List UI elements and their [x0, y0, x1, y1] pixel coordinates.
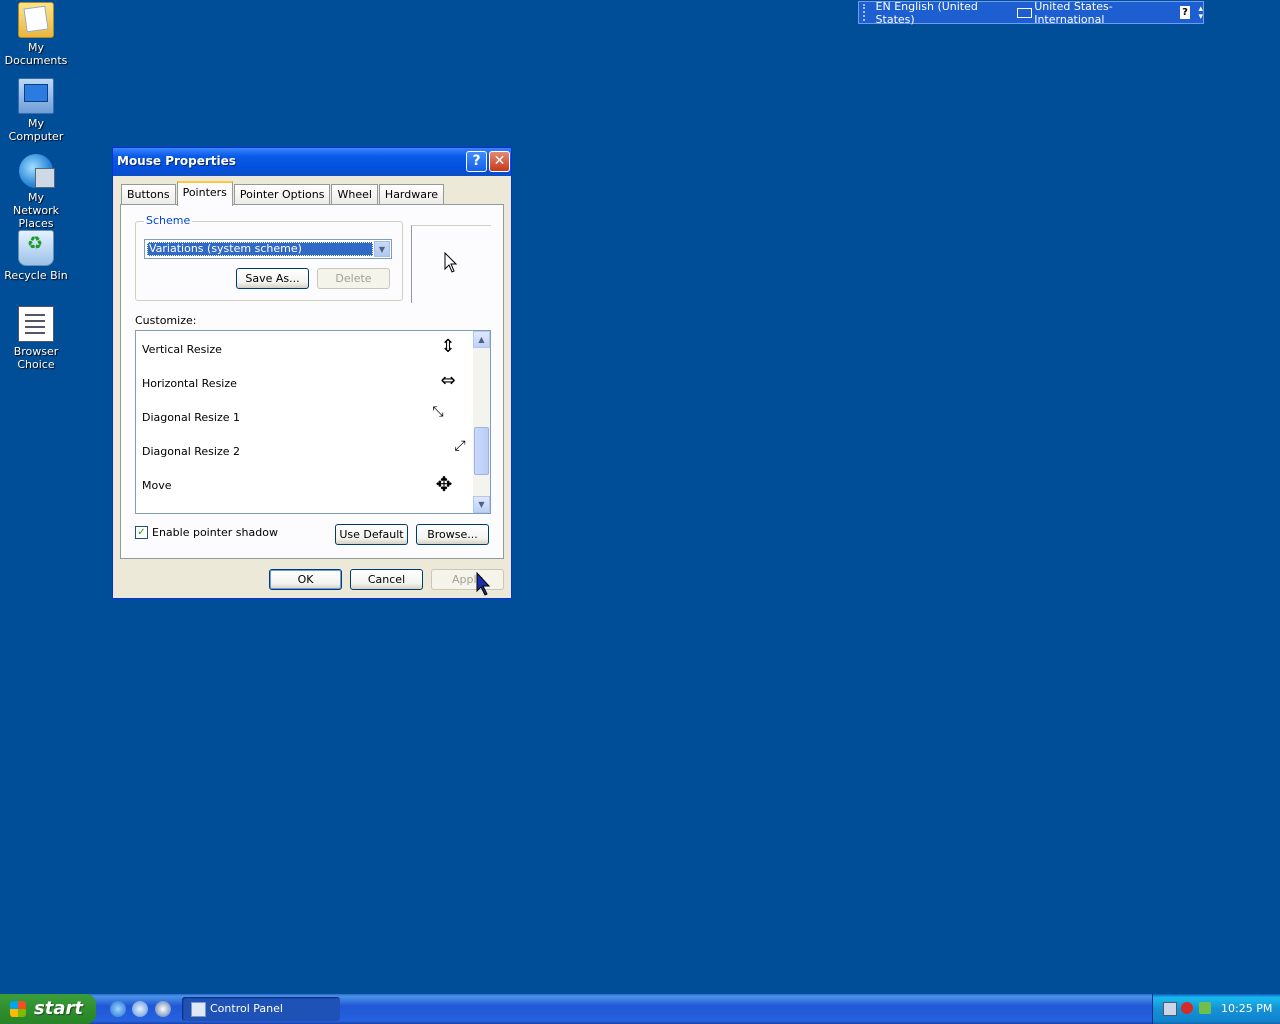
tab-hardware[interactable]: Hardware [378, 184, 445, 205]
desktop-icon-my-computer[interactable]: My Computer [0, 78, 72, 143]
list-item[interactable]: Vertical Resize ⇕ [136, 332, 473, 366]
desktop-icon-label: My Network Places [13, 191, 59, 230]
my-documents-icon [18, 2, 54, 38]
enable-pointer-shadow-checkbox[interactable]: ✓ [135, 526, 148, 539]
scheme-groupbox: Scheme Variations (system scheme) ▼ Save… [135, 214, 403, 301]
network-icon[interactable] [1163, 1002, 1177, 1016]
internet-explorer-icon[interactable] [110, 1001, 126, 1017]
diagonal-resize-1-icon: ⤡ [432, 404, 444, 420]
mouse-cursor-icon [476, 572, 491, 596]
keyboard-icon [1017, 7, 1033, 18]
help-icon[interactable]: ? [1179, 6, 1191, 19]
browser-choice-icon [18, 306, 54, 342]
cancel-button[interactable]: Cancel [350, 569, 423, 590]
taskbar-item-label: Control Panel [210, 1002, 283, 1015]
list-item[interactable]: Horizontal Resize ⇔ [136, 366, 473, 400]
my-network-places-icon [19, 154, 55, 188]
system-tray: 10:25 PM [1152, 994, 1280, 1024]
pointer-preview [411, 225, 491, 303]
clock[interactable]: 10:25 PM [1221, 1002, 1272, 1015]
outlook-express-icon[interactable] [132, 1001, 148, 1017]
apply-button[interactable]: Apply [431, 569, 504, 590]
tab-strip: Buttons Pointers Pointer Options Wheel H… [121, 181, 445, 206]
desktop-icon-label: Recycle Bin [4, 269, 68, 282]
list-scrollbar[interactable]: ▲ ▼ [473, 331, 490, 513]
recycle-bin-icon [18, 230, 54, 266]
list-item-label: Horizontal Resize [142, 377, 237, 390]
tab-pointers[interactable]: Pointers [176, 181, 233, 206]
arrow-pointer-icon [444, 252, 458, 273]
enable-pointer-shadow-row[interactable]: ✓ Enable pointer shadow [135, 526, 278, 539]
enable-pointer-shadow-label: Enable pointer shadow [152, 526, 278, 539]
scroll-down-icon[interactable]: ▼ [473, 496, 490, 513]
tab-wheel[interactable]: Wheel [331, 184, 378, 205]
desktop-icon-browser-choice[interactable]: Browser Choice [0, 306, 72, 371]
tab-buttons[interactable]: Buttons [121, 184, 176, 205]
scroll-up-icon[interactable]: ▲ [473, 331, 490, 348]
scheme-selected-value: Variations (system scheme) [147, 242, 373, 256]
scrollbar-thumb[interactable] [474, 427, 489, 475]
list-item[interactable]: Diagonal Resize 1 ⤡ [136, 400, 473, 434]
pointers-tab-panel: Scheme Variations (system scheme) ▼ Save… [120, 204, 504, 559]
list-item[interactable]: Move ✥ [136, 468, 473, 502]
media-player-icon[interactable] [155, 1001, 171, 1017]
diagonal-resize-2-icon: ⤢ [454, 438, 466, 454]
tab-pointer-options[interactable]: Pointer Options [233, 184, 331, 205]
list-item-label: Diagonal Resize 2 [142, 445, 240, 458]
dialog-title: Mouse Properties [117, 154, 236, 168]
vertical-resize-icon: ⇕ [440, 336, 456, 357]
desktop-icon-label: Browser Choice [13, 345, 59, 371]
start-button[interactable]: start [0, 994, 96, 1024]
desktop-icon-recycle-bin[interactable]: Recycle Bin [0, 230, 72, 282]
chevron-down-icon[interactable]: ▼ [374, 241, 390, 257]
list-item-label: Move [142, 479, 172, 492]
security-alert-icon[interactable] [1181, 1002, 1193, 1014]
scheme-group-label: Scheme [144, 214, 193, 227]
language-bar: EN English (United States) United States… [858, 0, 1204, 26]
control-panel-icon [191, 1002, 206, 1017]
taskbar-item-control-panel[interactable]: Control Panel [182, 997, 340, 1021]
my-computer-icon [18, 78, 54, 114]
list-item[interactable]: Diagonal Resize 2 ⤢ [136, 434, 473, 468]
grip-icon[interactable] [863, 4, 870, 21]
close-button[interactable]: ✕ [489, 151, 510, 172]
list-item-label: Diagonal Resize 1 [142, 411, 240, 424]
help-button[interactable]: ? [466, 151, 487, 172]
list-item-label: Vertical Resize [142, 343, 222, 356]
ok-button[interactable]: OK [269, 569, 342, 590]
title-bar[interactable]: Mouse Properties ? ✕ [113, 148, 511, 176]
move-icon: ✥ [435, 472, 453, 496]
language-selector[interactable]: EN English (United States) [876, 0, 1008, 26]
use-default-button[interactable]: Use Default [335, 524, 408, 545]
delete-button[interactable]: Delete [317, 268, 390, 289]
desktop-icon-label: My Computer [8, 117, 64, 143]
scheme-dropdown[interactable]: Variations (system scheme) ▼ [144, 239, 392, 259]
customize-label: Customize: [135, 314, 197, 327]
keyboard-layout-selector[interactable]: United States-International [1034, 0, 1169, 26]
start-label: start [34, 998, 83, 1019]
desktop-icon-my-documents[interactable]: My Documents [0, 2, 72, 67]
desktop-icon-my-network-places[interactable]: My Network Places [0, 154, 72, 230]
options-chevron-icon[interactable]: ▴ ▾ [1198, 4, 1203, 21]
browse-button[interactable]: Browse... [416, 524, 489, 545]
customize-list[interactable]: Vertical Resize ⇕ Horizontal Resize ⇔ Di… [135, 330, 491, 514]
taskbar: start Control Panel 10:25 PM [0, 994, 1280, 1024]
windows-logo-icon [10, 1001, 26, 1017]
mouse-properties-dialog: Mouse Properties ? ✕ Buttons Pointers Po… [112, 147, 512, 599]
save-as-button[interactable]: Save As... [236, 268, 309, 289]
horizontal-resize-icon: ⇔ [440, 370, 456, 391]
safely-remove-icon[interactable] [1199, 1002, 1211, 1014]
desktop-icon-label: My Documents [4, 41, 68, 67]
